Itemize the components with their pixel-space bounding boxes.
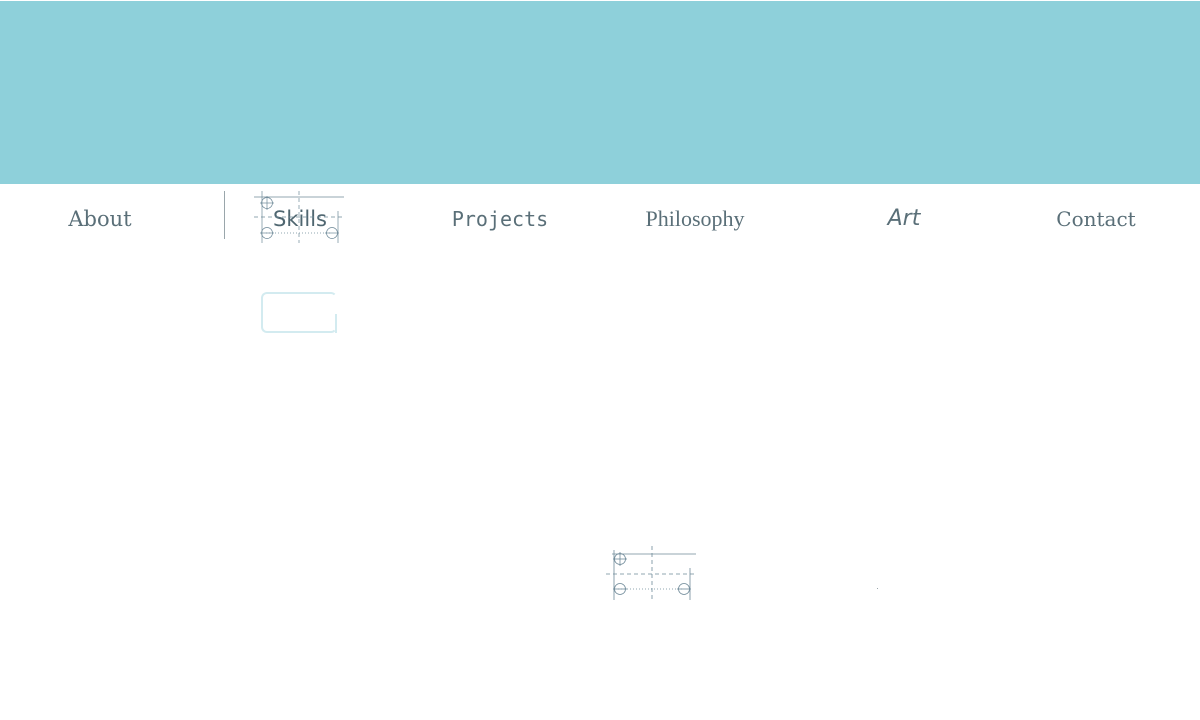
hero-banner [0,1,1200,184]
nav-item-philosophy[interactable]: Philosophy [625,202,765,236]
main-navigation: About Skills Projects Philosophy Art Con… [0,184,1200,254]
nav-item-art[interactable]: Art [864,202,944,236]
nav-item-about[interactable]: About [40,202,160,236]
nav-item-skills[interactable]: Skills [258,202,342,236]
nav-item-contact[interactable]: Contact [1036,202,1156,236]
nav-divider [224,191,225,239]
blueprint-sketch [606,546,696,600]
active-tab-outline [261,292,337,333]
decorative-dot [877,588,878,589]
nav-item-projects[interactable]: Projects [440,202,560,236]
